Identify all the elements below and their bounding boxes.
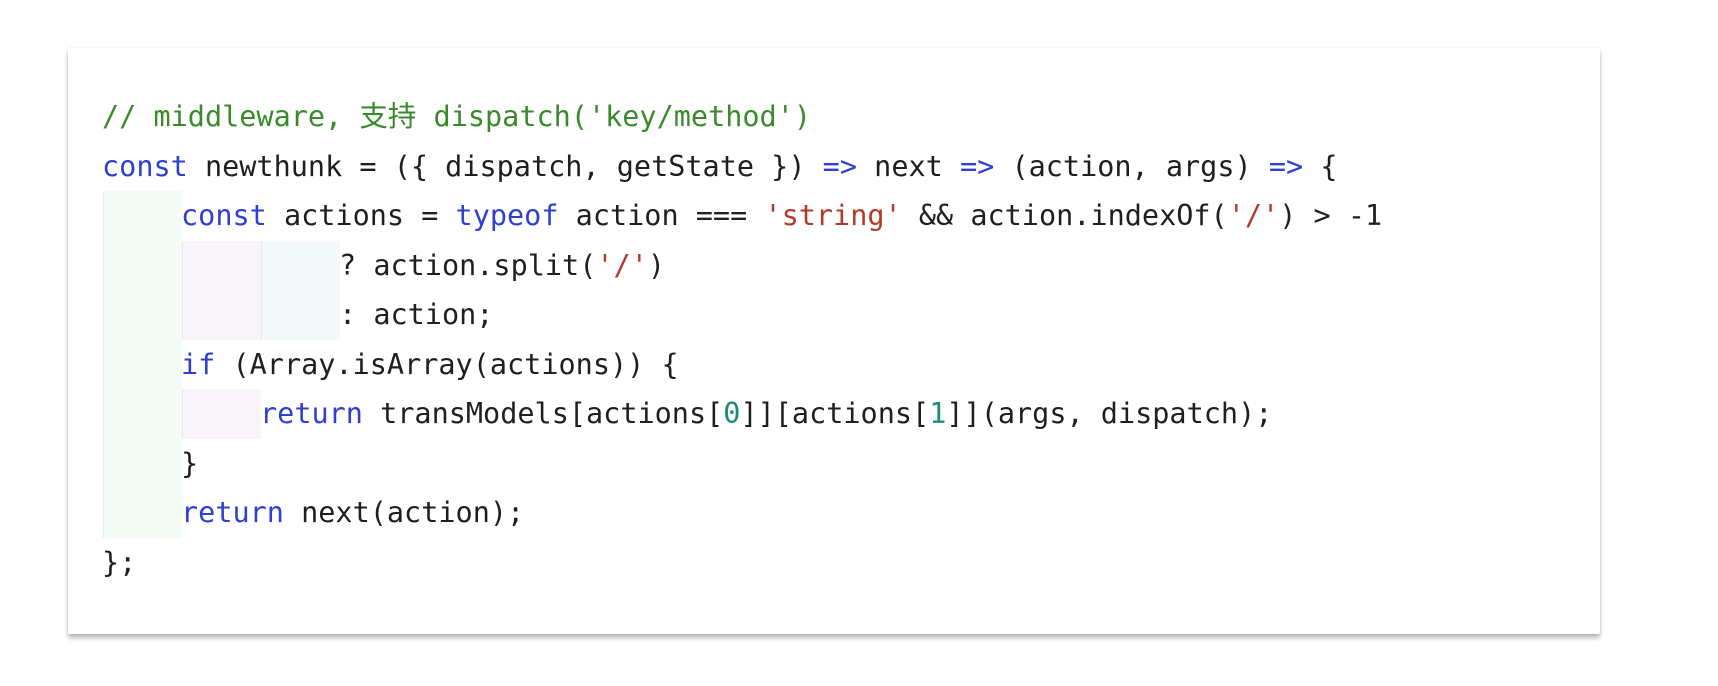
indent-guide	[260, 290, 340, 340]
code-token-kw: return	[181, 496, 284, 529]
code-token-plain: transModels[actions[	[362, 397, 724, 430]
code-token-plain: ]][actions[	[740, 397, 930, 430]
code-token-kw: if	[181, 347, 216, 381]
code-token-plain: )	[647, 248, 666, 282]
code-line: if (Array.isArray(actions)) {	[102, 339, 1382, 390]
code-token-plain: : action;	[339, 298, 494, 331]
code-token-plain: (Array.isArray(actions)) {	[215, 347, 679, 381]
code-token-plain: action ===	[558, 199, 765, 232]
code-line: const newthunk = ({ dispatch, getState }…	[102, 142, 1382, 192]
code-token-kw: typeof	[455, 199, 559, 232]
code-token-plain: };	[102, 545, 137, 579]
indent-guide	[181, 240, 261, 291]
code-token-kw: return	[260, 397, 363, 430]
indent-guide	[260, 240, 340, 291]
indent-guide	[102, 488, 182, 538]
code-token-op: =>	[959, 149, 995, 183]
code-line: }	[102, 438, 1382, 489]
code-line: : action;	[102, 290, 1382, 340]
code-line: return next(action);	[102, 488, 1382, 538]
code-token-plain: next(action);	[283, 496, 525, 529]
code-token-num: 1	[929, 397, 947, 430]
code-token-comment: // middleware, 支持 dispatch('key/method')	[102, 100, 812, 133]
code-line: // middleware, 支持 dispatch('key/method')	[102, 92, 1382, 142]
indent-guide	[102, 389, 182, 439]
indent-guide	[181, 389, 261, 439]
indent-guide	[102, 339, 182, 390]
indent-guide	[102, 240, 182, 291]
code-token-op: =>	[822, 149, 857, 183]
code-token-plain: }	[181, 446, 199, 480]
code-token-plain: && action.indexOf(	[901, 199, 1228, 232]
indent-guide	[181, 290, 261, 340]
code-token-plain: ? action.split(	[339, 248, 597, 282]
indent-guide	[102, 290, 182, 340]
code-line: return transModels[actions[0]][actions[1…	[102, 389, 1382, 439]
code-block: // middleware, 支持 dispatch('key/method')…	[102, 92, 1382, 587]
code-token-plain: ]](args, dispatch);	[946, 397, 1273, 430]
code-token-op: =>	[1268, 149, 1304, 183]
code-token-kw: const	[102, 149, 188, 183]
code-token-plain: actions =	[266, 199, 456, 232]
code-token-plain: {	[1303, 149, 1338, 183]
code-token-plain: (action, args)	[994, 149, 1269, 183]
code-snippet-card: // middleware, 支持 dispatch('key/method')…	[68, 48, 1600, 634]
indent-guide	[102, 191, 182, 241]
code-line: const actions = typeof action === 'strin…	[102, 191, 1382, 241]
code-line: ? action.split('/')	[102, 240, 1382, 291]
code-token-plain: ) > -1	[1279, 199, 1383, 232]
code-token-num: 0	[723, 397, 741, 430]
code-token-str: '/'	[1227, 199, 1280, 232]
code-token-str: 'string'	[764, 199, 902, 232]
code-token-plain: newthunk = ({ dispatch, getState })	[187, 149, 823, 183]
code-token-plain: next	[857, 149, 960, 183]
code-token-str: '/'	[596, 248, 648, 282]
code-line: };	[102, 538, 1382, 588]
indent-guide	[102, 438, 182, 489]
code-token-kw: const	[181, 199, 267, 232]
